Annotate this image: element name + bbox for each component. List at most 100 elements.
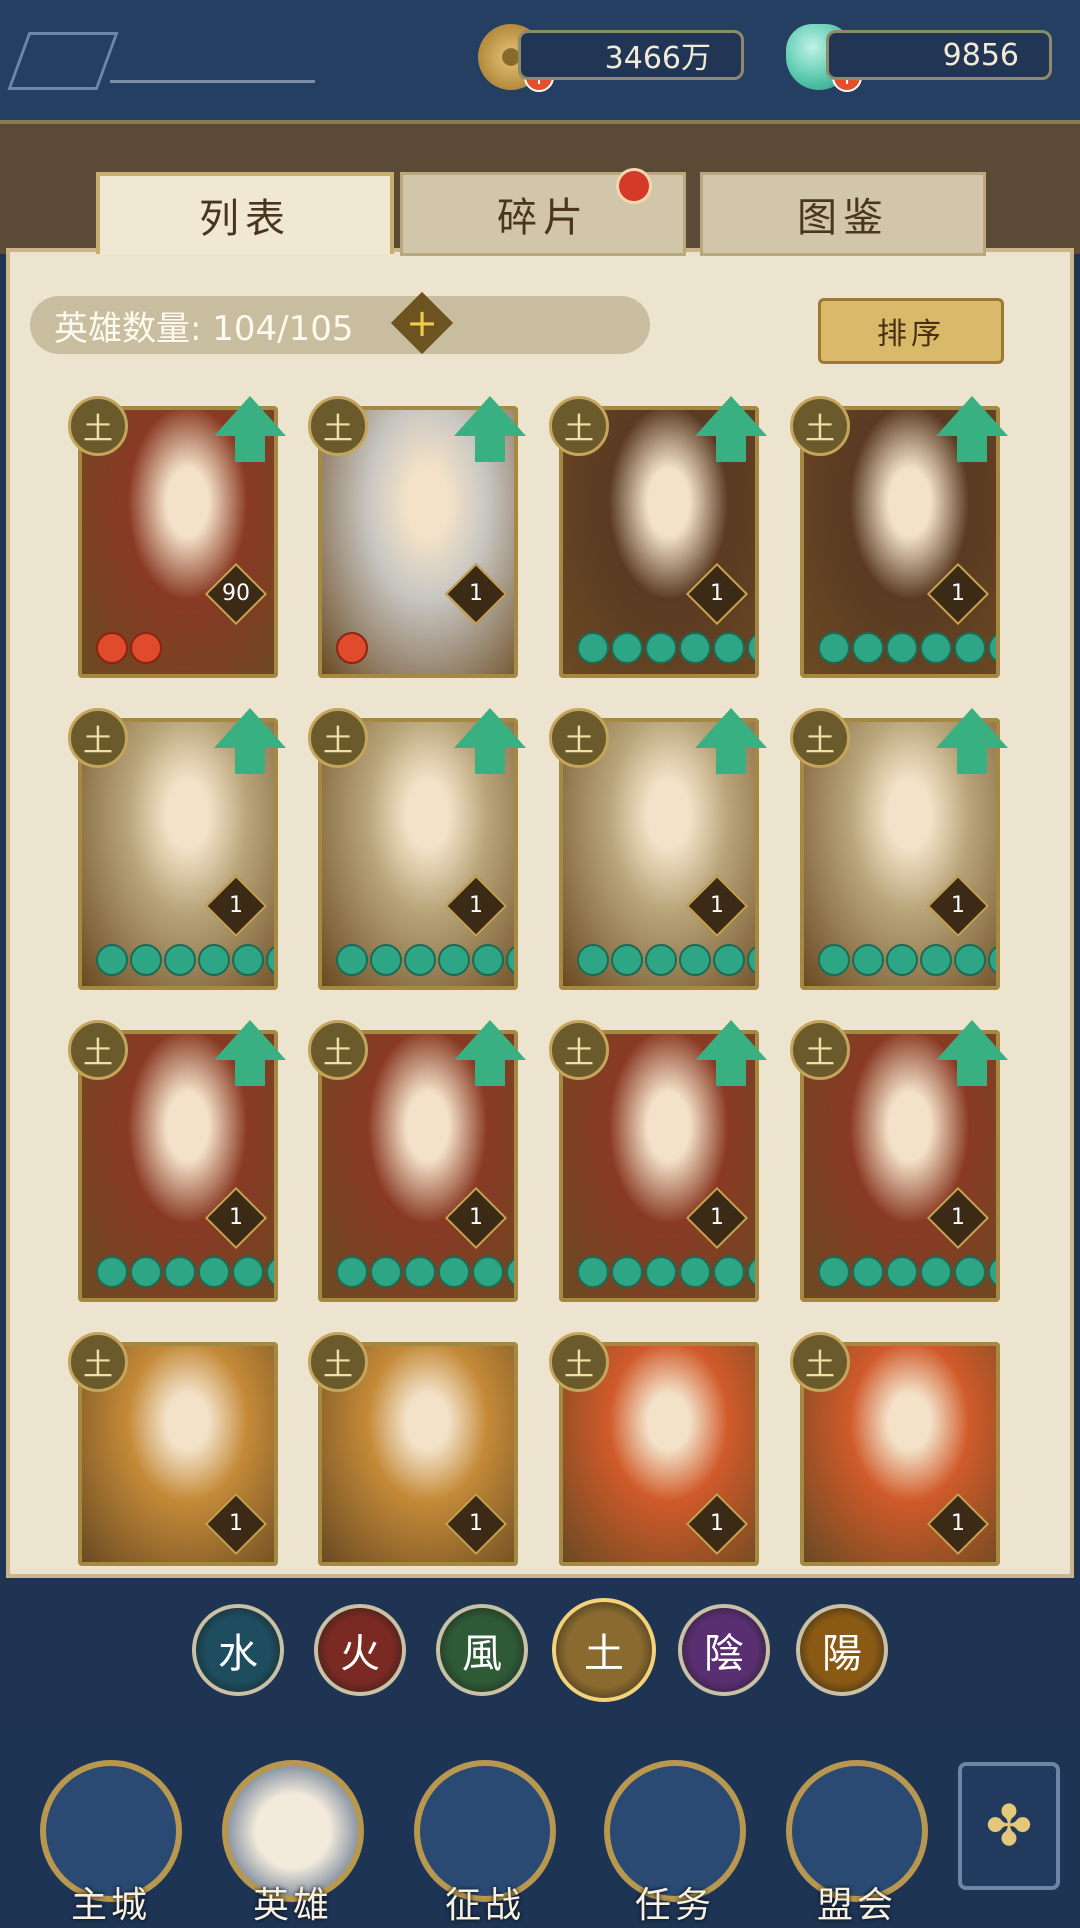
coin-counter[interactable]: + 3466万 xyxy=(478,24,744,92)
hero-level: 90 xyxy=(222,581,250,606)
tab-list[interactable]: 列表 xyxy=(96,172,394,254)
star-icon xyxy=(886,632,918,664)
upgrade-arrow-icon xyxy=(214,1020,286,1060)
hero-star-rating xyxy=(577,944,755,976)
upgrade-arrow-icon xyxy=(454,396,526,436)
element-filter-button[interactable]: 風 xyxy=(436,1604,528,1696)
expand-hero-slots-button[interactable]: + xyxy=(390,291,454,355)
upgrade-arrow-stem xyxy=(475,746,505,774)
star-icon xyxy=(472,944,504,976)
star-icon xyxy=(164,944,196,976)
star-icon xyxy=(164,1256,196,1288)
hero-level: 1 xyxy=(469,1511,483,1536)
star-icon xyxy=(130,944,162,976)
star-icon xyxy=(852,632,884,664)
star-icon xyxy=(920,632,952,664)
element-filter-button[interactable]: 陽 xyxy=(796,1604,888,1696)
plus-icon: + xyxy=(406,301,438,345)
star-icon xyxy=(645,944,677,976)
earth-element-icon: 土 xyxy=(68,708,128,768)
fragments-notification-dot xyxy=(616,168,652,204)
upgrade-arrow-stem xyxy=(475,434,505,462)
hero-star-rating xyxy=(818,944,996,976)
star-icon xyxy=(713,632,745,664)
star-icon xyxy=(577,632,609,664)
star-icon xyxy=(370,944,402,976)
star-icon xyxy=(232,1256,264,1288)
upgrade-arrow-icon xyxy=(214,708,286,748)
upgrade-arrow-icon xyxy=(936,1020,1008,1060)
element-filter-button[interactable]: 水 xyxy=(192,1604,284,1696)
star-icon xyxy=(954,944,986,976)
star-icon xyxy=(577,944,609,976)
star-icon xyxy=(198,1256,230,1288)
upgrade-arrow-stem xyxy=(235,434,265,462)
star-icon xyxy=(886,944,918,976)
star-icon xyxy=(232,944,264,976)
star-icon xyxy=(130,632,162,664)
star-icon xyxy=(818,632,850,664)
star-icon xyxy=(577,1256,609,1288)
earth-element-icon: 土 xyxy=(308,708,368,768)
upgrade-arrow-stem xyxy=(716,434,746,462)
element-filter-button[interactable]: 陰 xyxy=(678,1604,770,1696)
star-icon xyxy=(506,1256,514,1288)
nav-label: 任务 xyxy=(634,1885,715,1926)
earth-element-icon: 土 xyxy=(68,1020,128,1080)
star-icon xyxy=(713,1256,745,1288)
earth-element-icon: 土 xyxy=(790,708,850,768)
star-icon xyxy=(747,1256,755,1288)
tab-atlas[interactable]: 图鉴 xyxy=(700,172,986,256)
hero-star-rating xyxy=(336,1256,514,1288)
star-icon xyxy=(988,1256,996,1288)
star-icon xyxy=(370,1256,402,1288)
star-icon xyxy=(336,944,368,976)
gem-counter[interactable]: + 9856 xyxy=(786,24,1052,92)
gem-amount: 9856 xyxy=(826,30,1052,80)
hero-level: 1 xyxy=(951,893,965,918)
star-icon xyxy=(920,944,952,976)
element-filter-button[interactable]: 火 xyxy=(314,1604,406,1696)
hero-level: 1 xyxy=(710,893,724,918)
star-icon xyxy=(611,1256,643,1288)
star-icon xyxy=(438,944,470,976)
clover-menu-icon[interactable]: ✤ xyxy=(958,1762,1060,1890)
hero-level: 1 xyxy=(951,581,965,606)
upgrade-arrow-icon xyxy=(454,708,526,748)
star-icon xyxy=(198,944,230,976)
hero-star-rating xyxy=(577,632,755,664)
hero-star-rating xyxy=(96,632,162,664)
star-icon xyxy=(438,1256,470,1288)
sort-button[interactable]: 排序 xyxy=(818,298,1004,364)
upgrade-arrow-stem xyxy=(716,746,746,774)
hero-star-rating xyxy=(96,944,274,976)
hero-level: 1 xyxy=(229,1511,243,1536)
hero-level: 1 xyxy=(951,1205,965,1230)
upgrade-arrow-stem xyxy=(957,434,987,462)
star-icon xyxy=(747,944,755,976)
star-icon xyxy=(404,944,436,976)
star-icon xyxy=(645,1256,677,1288)
earth-element-icon: 土 xyxy=(308,1332,368,1392)
upgrade-arrow-icon xyxy=(695,396,767,436)
star-icon xyxy=(954,632,986,664)
hero-star-rating xyxy=(577,1256,755,1288)
earth-element-icon: 土 xyxy=(308,1020,368,1080)
hero-level: 1 xyxy=(229,1205,243,1230)
hero-level: 1 xyxy=(710,581,724,606)
upgrade-arrow-stem xyxy=(957,1058,987,1086)
upgrade-arrow-stem xyxy=(716,1058,746,1086)
star-icon xyxy=(506,944,514,976)
star-icon xyxy=(404,1256,436,1288)
earth-element-icon: 土 xyxy=(308,396,368,456)
star-icon xyxy=(679,944,711,976)
upgrade-arrow-stem xyxy=(235,746,265,774)
element-filter-button[interactable]: 土 xyxy=(552,1598,656,1702)
upgrade-arrow-icon xyxy=(454,1020,526,1060)
star-icon xyxy=(920,1256,952,1288)
hero-star-rating xyxy=(336,944,514,976)
upgrade-arrow-icon xyxy=(695,1020,767,1060)
star-icon xyxy=(96,944,128,976)
hero-level: 1 xyxy=(710,1205,724,1230)
star-icon xyxy=(713,944,745,976)
